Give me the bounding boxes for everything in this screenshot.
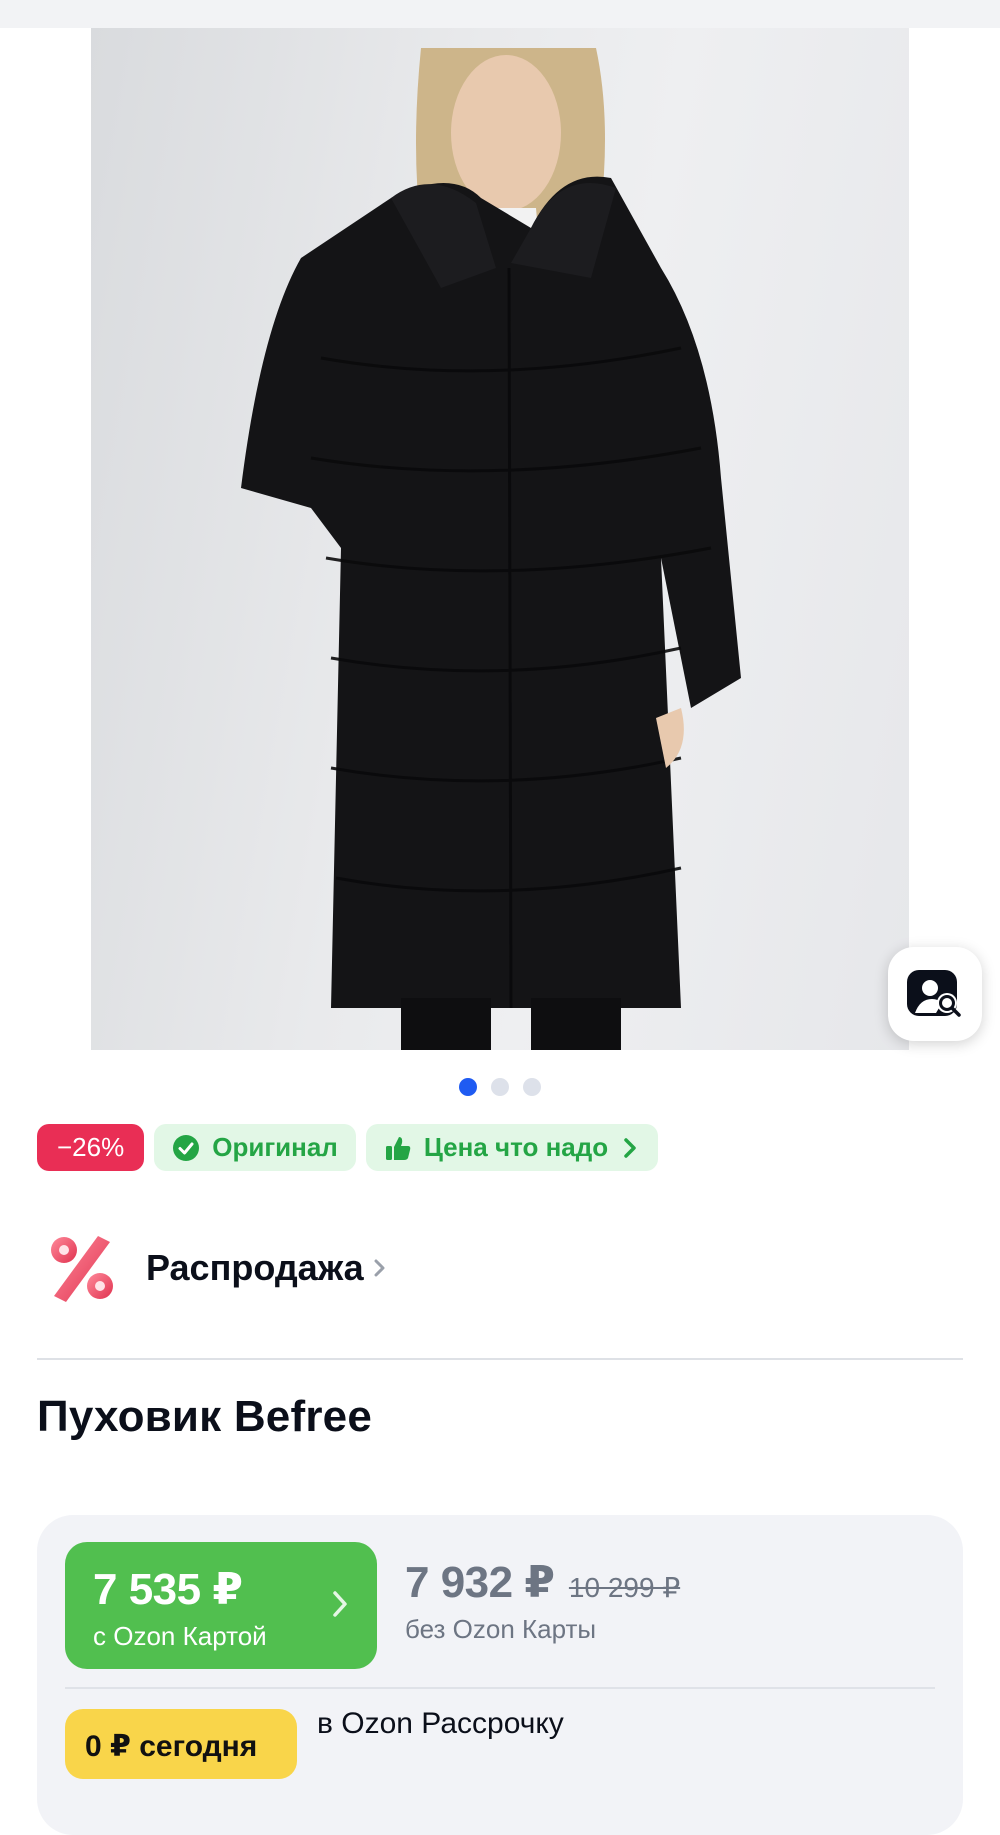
- ozon-card-price-button[interactable]: 7 535 ₽ с Ozon Картой: [65, 1542, 377, 1669]
- product-image[interactable]: [91, 28, 909, 1050]
- good-price-badge[interactable]: Цена что надо: [365, 1124, 659, 1171]
- pagination-dot[interactable]: [523, 1078, 541, 1096]
- discount-label: −26%: [57, 1132, 125, 1162]
- regular-price-block: 7 932 ₽ 10 299 ₽ без Ozon Карты: [405, 1557, 680, 1645]
- thumbs-up-icon: [385, 1136, 411, 1160]
- installment-badge[interactable]: 0 ₽ сегодня: [65, 1709, 297, 1779]
- pagination-dot-active[interactable]: [459, 1078, 477, 1096]
- good-price-label: Цена что надо: [423, 1132, 609, 1162]
- chevron-right-icon: [624, 1137, 636, 1158]
- card-price-label: с Ozon Картой: [93, 1621, 267, 1651]
- gallery-pagination: [0, 1078, 1000, 1096]
- visual-search-icon: [907, 970, 961, 1017]
- check-circle-icon: [173, 1134, 200, 1161]
- regular-price: 7 932 ₽: [405, 1558, 555, 1607]
- visual-search-button[interactable]: [888, 947, 982, 1041]
- product-title: Пуховик Befree: [37, 1392, 372, 1441]
- coat-photo: [241, 48, 741, 1050]
- old-price: 10 299 ₽: [568, 1572, 681, 1603]
- percent-icon: [51, 1236, 113, 1302]
- sale-promo-link[interactable]: Распродажа: [42, 1228, 388, 1308]
- section-divider: [37, 1358, 963, 1360]
- chevron-right-icon: [333, 1591, 347, 1617]
- sale-label: Распродажа: [146, 1247, 364, 1288]
- chevron-right-icon: [374, 1259, 385, 1277]
- card-divider: [65, 1687, 935, 1689]
- original-badge[interactable]: Оригинал: [154, 1124, 356, 1171]
- product-badges: −26% Оригинал Цена что надо: [37, 1124, 659, 1171]
- card-price: 7 535 ₽: [93, 1565, 243, 1614]
- original-label: Оригинал: [212, 1132, 338, 1162]
- pagination-dot[interactable]: [491, 1078, 509, 1096]
- discount-badge: −26%: [37, 1124, 145, 1171]
- price-card: 7 535 ₽ с Ozon Картой 7 932 ₽ 10 299 ₽ б…: [37, 1515, 963, 1835]
- top-bar: [0, 0, 1000, 28]
- regular-price-label: без Ozon Карты: [405, 1614, 597, 1644]
- installment-label[interactable]: в Ozon Рассрочку: [317, 1707, 564, 1741]
